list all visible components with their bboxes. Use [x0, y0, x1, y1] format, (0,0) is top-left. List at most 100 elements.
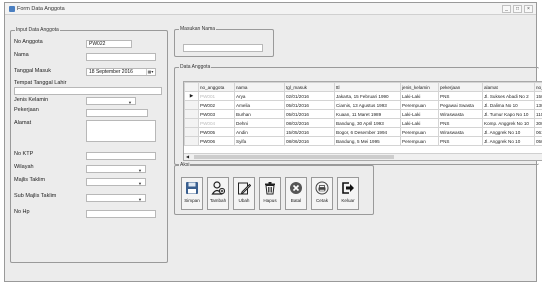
column-header[interactable]: pekerjaan — [438, 82, 483, 92]
table-cell[interactable]: Ciamis, 13 Agustus 1993 — [334, 100, 401, 110]
table-cell[interactable]: Jl. Anggrek No 10 — [482, 127, 535, 137]
table-cell[interactable]: Jl. Sukses Abadi No 2 — [482, 91, 535, 101]
table-cell[interactable]: PW005 — [198, 127, 235, 137]
maximize-button[interactable]: □ — [513, 5, 522, 13]
table-cell[interactable]: Perempuan — [400, 136, 439, 146]
table-cell[interactable]: Jl. Tumur Kapo No 10 — [482, 109, 535, 119]
table-cell[interactable]: 150789650 — [534, 91, 542, 101]
table-cell[interactable]: 02/01/2016 — [284, 91, 335, 101]
table-cell[interactable]: PNS — [438, 91, 483, 101]
row-header[interactable] — [184, 100, 199, 110]
table-cell[interactable]: Kuaan, 11 Maret 1989 — [334, 109, 401, 119]
keluar-button[interactable]: Keluar — [337, 177, 359, 210]
table-cell[interactable]: Jl. Dalima No 10 — [482, 100, 535, 110]
column-header[interactable]: jenis_kelamin — [400, 82, 439, 92]
column-header[interactable]: ttl — [334, 82, 401, 92]
table-cell[interactable]: Syifa — [234, 136, 285, 146]
table-cell[interactable]: 08/06/2016 — [284, 136, 335, 146]
table-row[interactable]: PW006 Syifa 08/06/2016 Bandung, 5 Mei 19… — [184, 136, 542, 146]
table-row[interactable]: ▶ PW001 Arya 02/01/2016 Jakarta, 15 Febr… — [184, 91, 542, 101]
no-anggota-field[interactable]: PW022 — [86, 40, 132, 48]
table-cell[interactable]: Burhan — [234, 109, 285, 119]
table-cell[interactable]: Bandung, 30 April 1993 — [334, 118, 401, 128]
jenis-kelamin-select[interactable]: ▼ — [86, 97, 136, 105]
no-hp-field[interactable] — [86, 210, 156, 218]
minimize-button[interactable]: _ — [502, 5, 511, 13]
table-cell[interactable]: Laki-Laki — [400, 118, 439, 128]
table-cell[interactable]: 130819650 — [534, 100, 542, 110]
table-cell[interactable]: Arya — [234, 91, 285, 101]
table-cell[interactable]: 110318690 — [534, 109, 542, 119]
simpan-button[interactable]: Simpan — [181, 177, 203, 210]
table-cell[interactable]: Perempuan — [400, 127, 439, 137]
ttl-field[interactable] — [14, 87, 162, 95]
table-cell[interactable]: 15/05/2016 — [284, 127, 335, 137]
table-cell[interactable]: Dehni — [234, 118, 285, 128]
table-cell[interactable]: Laki-Laki — [400, 109, 439, 119]
wilayah-select[interactable]: ▼ — [86, 165, 146, 173]
table-cell[interactable]: Bandung, 5 Mei 1995 — [334, 136, 401, 146]
table-cell[interactable]: Perempuan — [400, 100, 439, 110]
scrollbar-thumb[interactable] — [194, 155, 394, 159]
majlis-taklim-select[interactable]: ▼ — [86, 178, 146, 186]
table-cell[interactable]: PW003 — [198, 109, 235, 119]
nama-field[interactable] — [86, 53, 156, 61]
tambah-label: Tambah — [209, 198, 227, 203]
row-header[interactable] — [184, 118, 199, 128]
table-row[interactable]: PW002 Amelia 05/01/2016 Ciamis, 13 Agust… — [184, 100, 542, 110]
alamat-textarea[interactable] — [86, 120, 156, 142]
table-cell[interactable]: PW002 — [198, 100, 235, 110]
table-cell[interactable]: 061219940 — [534, 127, 542, 137]
anggota-data-grid[interactable]: no_anggota nama tgl_masuk ttl jenis_kela… — [183, 81, 542, 161]
table-cell[interactable]: 300419930 — [534, 118, 542, 128]
table-row[interactable]: PW003 Burhan 05/01/2016 Kuaan, 11 Maret … — [184, 109, 542, 119]
pekerjaan-field[interactable] — [86, 109, 148, 117]
table-cell[interactable]: Jakarta, 15 Februari 1990 — [334, 91, 401, 101]
search-name-input[interactable] — [183, 44, 263, 52]
batal-button[interactable]: Batal — [285, 177, 307, 210]
table-cell[interactable]: 05/01/2016 — [284, 109, 335, 119]
column-header[interactable]: alamat — [482, 82, 535, 92]
table-cell[interactable]: Laki-Laki — [400, 91, 439, 101]
tanggal-masuk-datepicker[interactable]: 18 September 2016 ▦▾ — [86, 68, 156, 76]
table-cell[interactable]: PW004 — [198, 118, 235, 128]
horizontal-scrollbar[interactable]: ◀ ▶ — [184, 153, 542, 160]
add-user-icon — [208, 178, 228, 198]
ubah-button[interactable]: Ubah — [233, 177, 255, 210]
table-cell[interactable]: Wiraswasta — [438, 127, 483, 137]
row-header[interactable] — [184, 127, 199, 137]
column-header[interactable]: no_ktp — [534, 82, 542, 92]
table-cell[interactable]: Andin — [234, 127, 285, 137]
hapus-button[interactable]: Hapus — [259, 177, 281, 210]
table-cell[interactable]: Amelia — [234, 100, 285, 110]
table-cell[interactable]: PNS — [438, 118, 483, 128]
tambah-button[interactable]: Tambah — [207, 177, 229, 210]
table-cell[interactable]: Komp. Anggrek No 10 — [482, 118, 535, 128]
table-cell[interactable]: 08/02/2016 — [284, 118, 335, 128]
column-header[interactable]: tgl_masuk — [284, 82, 335, 92]
table-cell[interactable]: Bogor, 6 Desember 1994 — [334, 127, 401, 137]
column-header[interactable]: nama — [234, 82, 285, 92]
table-cell[interactable]: Wiraswasta — [438, 109, 483, 119]
table-row[interactable]: PW004 Dehni 08/02/2016 Bandung, 30 April… — [184, 118, 542, 128]
majlis-taklim-label: Majlis Taklim — [14, 177, 46, 183]
sub-majlis-taklim-select[interactable]: ▼ — [86, 194, 146, 202]
scroll-left-icon[interactable]: ◀ — [186, 154, 189, 159]
row-header[interactable] — [184, 109, 199, 119]
current-row-indicator: ▶ — [184, 91, 199, 101]
table-cell[interactable]: Pegawai Swasta — [438, 100, 483, 110]
table-cell[interactable]: Jl. Anggrek No 10 — [482, 136, 535, 146]
table-cell[interactable]: 05/01/2016 — [284, 100, 335, 110]
table-cell[interactable]: PNS — [438, 136, 483, 146]
table-cell[interactable]: PW006 — [198, 136, 235, 146]
row-header[interactable] — [184, 136, 199, 146]
close-button[interactable]: × — [524, 5, 533, 13]
column-header[interactable]: no_anggota — [198, 82, 235, 92]
keluar-label: Keluar — [341, 198, 355, 203]
calendar-dropdown-icon[interactable]: ▦▾ — [146, 69, 154, 75]
table-cell[interactable]: 050519950 — [534, 136, 542, 146]
cetak-button[interactable]: Cetak — [311, 177, 333, 210]
table-cell[interactable]: PW001 — [198, 91, 235, 101]
no-ktp-field[interactable] — [86, 152, 156, 160]
table-row[interactable]: PW005 Andin 15/05/2016 Bogor, 6 Desember… — [184, 127, 542, 137]
